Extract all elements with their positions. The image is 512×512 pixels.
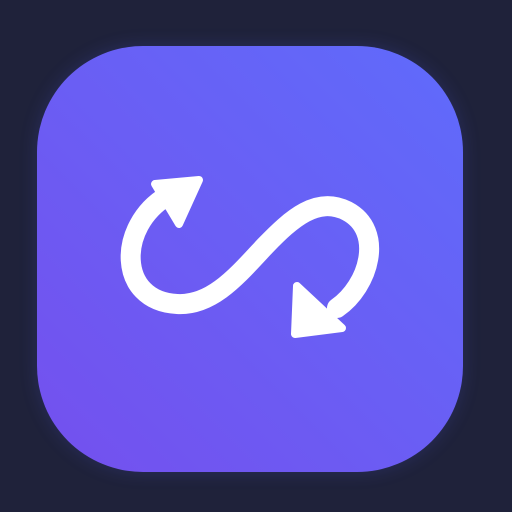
screen-background — [0, 0, 512, 512]
app-icon-tile[interactable] — [37, 46, 463, 472]
arrow-head-top — [151, 176, 203, 228]
sync-swap-arrows-icon — [120, 176, 380, 338]
swap-path — [120, 186, 380, 318]
